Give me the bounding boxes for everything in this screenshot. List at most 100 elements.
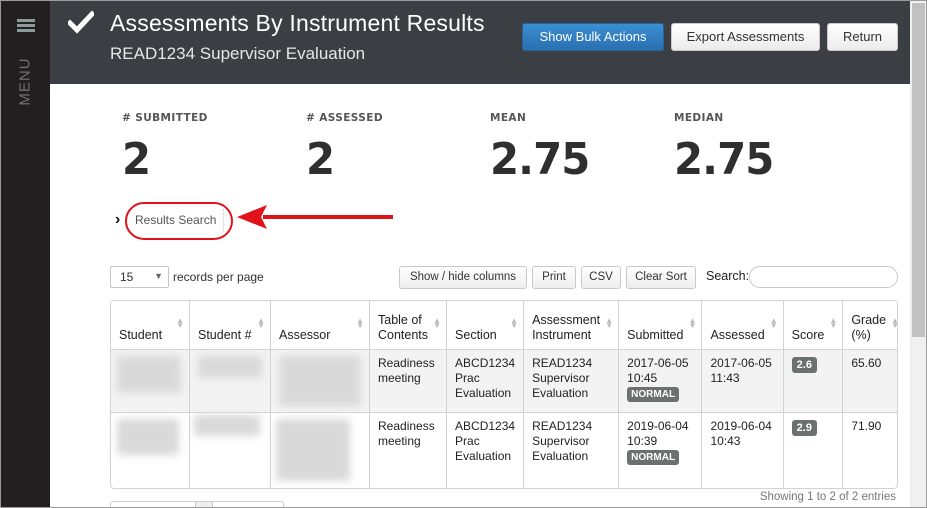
print-button[interactable]: Print xyxy=(532,266,576,289)
cell-submitted: 2019-06-04 10:39 NORMAL xyxy=(618,412,703,488)
column-header-student-number[interactable]: Student # ▲ ▼ xyxy=(189,301,271,350)
cell-grade: 71.90 xyxy=(842,412,897,488)
page-header: Assessments By Instrument Results READ12… xyxy=(50,1,910,84)
cell-toc: Readiness meeting xyxy=(369,349,448,413)
column-label: Assessed xyxy=(710,327,765,342)
status-badge: NORMAL xyxy=(627,386,680,402)
submitted-date: 2019-06-04 10:39 xyxy=(627,418,689,448)
stat-value: 2.75 xyxy=(490,134,590,185)
column-header-grade[interactable]: Grade (%) ▲▼ xyxy=(842,301,897,350)
cell-score: 2.6 xyxy=(783,349,844,413)
sort-icon: ▲▼ xyxy=(356,316,364,330)
column-label: Student # xyxy=(198,327,252,342)
column-header-submitted[interactable]: Submitted ▲ ▼ xyxy=(618,301,703,350)
sort-icon: ▲▼ xyxy=(176,316,184,330)
annotation-arrow-icon xyxy=(237,205,393,229)
column-header-assessed[interactable]: Assessed ▲ ▼ xyxy=(701,301,784,350)
redacted-assessor xyxy=(276,418,350,481)
redacted-student-number xyxy=(198,355,262,378)
sort-icon: ▲▼ xyxy=(891,317,897,330)
results-table: Student ▲ ▼ Student # ▲ ▼ Assessor ▲ ▼ Table o… xyxy=(110,300,898,489)
page-subtitle: READ1234 Supervisor Evaluation xyxy=(110,44,366,63)
hamburger-icon[interactable] xyxy=(17,19,35,34)
column-label: Grade (%) xyxy=(851,312,887,342)
redacted-student-number xyxy=(194,414,260,436)
score-badge: 2.6 xyxy=(791,356,817,373)
submitted-date: 2017-06-05 10:45 xyxy=(627,355,689,385)
column-label: Table of Contents xyxy=(378,312,429,342)
clear-sort-button[interactable]: Clear Sort xyxy=(626,266,696,289)
cell-assessed: 2017-06-05 11:43 xyxy=(701,349,784,413)
checkmark-icon xyxy=(68,10,94,34)
cell-submitted: 2017-06-05 10:45 NORMAL xyxy=(618,349,703,413)
cell-instrument: READ1234 Supervisor Evaluation xyxy=(523,412,620,488)
export-assessments-button[interactable]: Export Assessments xyxy=(671,23,820,51)
column-header-table-of-contents[interactable]: Table of Contents ▲ ▼ xyxy=(369,301,448,350)
sidebar: MENU xyxy=(1,1,50,507)
cell-student xyxy=(111,412,190,488)
stat-label: MEDIAN xyxy=(674,112,724,124)
stat-median: MEDIAN 2.75 xyxy=(674,112,779,185)
status-badge: NORMAL xyxy=(627,449,680,465)
column-header-assessment-instrument[interactable]: Assessment Instrument ▲ ▼ xyxy=(523,301,620,350)
column-label: Assessment Instrument xyxy=(532,312,601,342)
return-button[interactable]: Return xyxy=(827,23,898,51)
stat-mean: MEAN 2.75 xyxy=(490,112,595,185)
app-window: MENU Assessments By Instrument Results R… xyxy=(0,0,927,508)
cell-student-number xyxy=(189,349,271,413)
column-label: Submitted xyxy=(627,327,684,342)
csv-button[interactable]: CSV xyxy=(581,266,621,289)
menu-toggle[interactable]: MENU xyxy=(15,57,37,107)
scrollbar-thumb[interactable] xyxy=(912,3,925,337)
cell-assessor xyxy=(270,349,370,413)
stat-label: # ASSESSED xyxy=(306,112,383,124)
cell-assessor xyxy=(270,412,370,488)
sort-icon: ▲▼ xyxy=(605,316,614,330)
sort-icon: ▲▼ xyxy=(829,316,838,330)
cell-student xyxy=(111,349,190,413)
page-title: Assessments By Instrument Results xyxy=(110,10,485,36)
show-hide-columns-button[interactable]: Show / hide columns xyxy=(399,266,527,289)
column-header-student[interactable]: Student ▲ ▼ xyxy=(111,301,190,350)
sort-icon: ▲▼ xyxy=(433,316,442,330)
score-badge: 2.9 xyxy=(791,419,817,436)
table-row[interactable]: Readiness meeting ABCD1234 Prac Evaluati… xyxy=(111,412,897,488)
sort-icon: ▲▼ xyxy=(510,316,519,330)
stat-label: # SUBMITTED xyxy=(122,112,208,124)
sort-icon: ▲▼ xyxy=(688,316,697,330)
cell-assessed: 2019-06-04 10:43 xyxy=(701,412,784,488)
cell-section: ABCD1234 Prac Evaluation xyxy=(446,412,525,488)
column-header-score[interactable]: Score ▲ ▼ xyxy=(783,301,844,350)
show-bulk-actions-button[interactable]: Show Bulk Actions xyxy=(522,23,664,51)
column-label: Assessor xyxy=(279,327,331,342)
search-input[interactable] xyxy=(749,266,898,288)
table-row[interactable]: Readiness meeting ABCD1234 Prac Evaluati… xyxy=(111,349,897,413)
chevron-right-icon[interactable]: › xyxy=(115,211,120,229)
stat-assessed: # ASSESSED 2 xyxy=(306,112,383,185)
redacted-student-name xyxy=(117,418,179,455)
column-label: Section xyxy=(455,327,497,342)
page-size-value: 15 xyxy=(120,270,134,284)
cell-grade: 65.60 xyxy=(842,349,897,413)
stat-value: 2 xyxy=(306,134,335,185)
pagination-current-page[interactable] xyxy=(195,502,213,507)
caret-down-icon: ▼ xyxy=(154,271,163,281)
sort-icon: ▲▼ xyxy=(769,316,778,330)
results-search-toggle[interactable]: Results Search xyxy=(135,213,216,227)
menu-label: MENU xyxy=(16,57,34,106)
sort-icon: ▲▼ xyxy=(257,316,265,330)
cell-student-number xyxy=(189,412,271,488)
column-header-assessor[interactable]: Assessor ▲ ▼ xyxy=(270,301,370,350)
entries-info: Showing 1 to 2 of 2 entries xyxy=(759,491,896,503)
cell-section: ABCD1234 Prac Evaluation xyxy=(446,349,525,413)
redacted-student-name xyxy=(117,355,181,393)
search-label: Search: xyxy=(706,269,750,283)
stat-submitted: # SUBMITTED 2 xyxy=(122,112,208,185)
redacted-assessor xyxy=(279,355,361,406)
records-per-page-select[interactable]: 15 ▼ xyxy=(110,266,169,288)
column-header-section[interactable]: Section ▲ ▼ xyxy=(446,301,525,350)
cell-score: 2.9 xyxy=(783,412,844,488)
stat-label: MEAN xyxy=(490,112,527,124)
column-label: Score xyxy=(791,327,825,342)
pagination[interactable] xyxy=(110,501,284,507)
